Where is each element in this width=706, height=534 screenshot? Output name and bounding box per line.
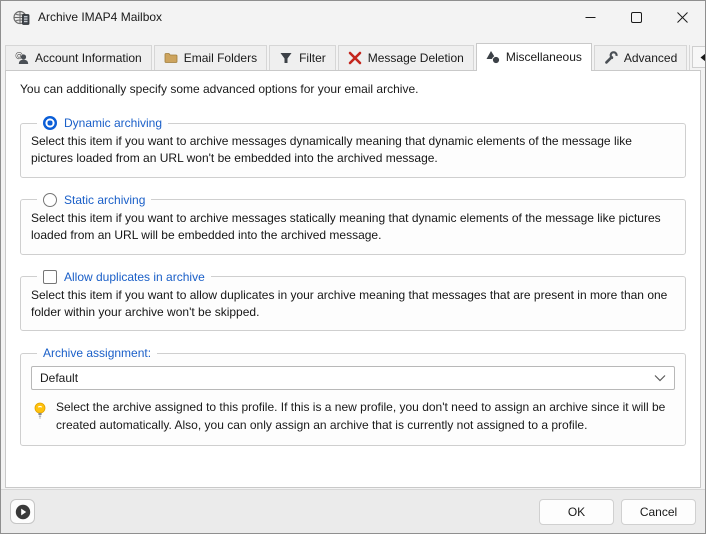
footer-actions: OK Cancel: [539, 499, 696, 525]
tab-scroll-left-button[interactable]: [692, 46, 706, 68]
tab-message-deletion[interactable]: Message Deletion: [338, 45, 474, 70]
dynamic-archiving-description: Select this item if you want to archive …: [31, 133, 675, 168]
static-archiving-radio[interactable]: [43, 193, 57, 207]
tab-filter[interactable]: Filter: [269, 45, 336, 70]
tab-clipped[interactable]: [689, 45, 690, 70]
intro-text: You can additionally specify some advanc…: [20, 82, 688, 96]
window-title: Archive IMAP4 Mailbox: [38, 10, 162, 24]
lightbulb-icon: [33, 402, 47, 420]
group-allow-duplicates: Allow duplicates in archive Select this …: [20, 270, 686, 332]
shapes-icon: [486, 50, 500, 64]
maximize-icon: [631, 12, 642, 23]
tab-email-folders[interactable]: Email Folders: [154, 45, 267, 70]
tab-account-information[interactable]: @ Account Information: [5, 45, 152, 70]
tab-label: Miscellaneous: [506, 50, 582, 64]
titlebar: Archive IMAP4 Mailbox: [1, 1, 705, 33]
archive-assignment-value: Default: [40, 371, 654, 385]
minimize-button[interactable]: [567, 1, 613, 33]
group-static-archiving: Static archiving Select this item if you…: [20, 193, 686, 255]
close-icon: [677, 12, 688, 23]
dynamic-archiving-label[interactable]: Dynamic archiving: [64, 116, 162, 130]
play-icon: [15, 504, 31, 520]
tab-label: Account Information: [35, 51, 142, 65]
maximize-button[interactable]: [613, 1, 659, 33]
ok-button[interactable]: OK: [539, 499, 614, 525]
archive-assignment-select[interactable]: Default: [31, 366, 675, 390]
static-archiving-label[interactable]: Static archiving: [64, 193, 145, 207]
tab-page-miscellaneous: You can additionally specify some advanc…: [5, 70, 701, 488]
archive-assignment-tip: Select the archive assigned to this prof…: [56, 399, 675, 434]
run-profile-button[interactable]: [10, 499, 35, 524]
archive-assignment-label: Archive assignment:: [43, 346, 151, 360]
funnel-icon: [279, 51, 293, 65]
tab-label: Message Deletion: [368, 51, 464, 65]
dynamic-archiving-radio[interactable]: [43, 116, 57, 130]
caption-buttons: [567, 1, 705, 33]
folder-icon: [164, 51, 178, 65]
app-icon: [13, 9, 30, 26]
allow-duplicates-label[interactable]: Allow duplicates in archive: [64, 270, 205, 284]
static-archiving-description: Select this item if you want to archive …: [31, 210, 675, 245]
red-x-icon: [348, 51, 362, 65]
cancel-button[interactable]: Cancel: [621, 499, 696, 525]
group-archive-assignment: Archive assignment: Default Select the a…: [20, 346, 686, 446]
group-dynamic-archiving: Dynamic archiving Select this item if yo…: [20, 116, 686, 178]
allow-duplicates-description: Select this item if you want to allow du…: [31, 287, 675, 322]
tab-strip: @ Account Information Email Folders Fi: [1, 33, 705, 70]
tab-scroller: [692, 46, 706, 68]
tab-advanced[interactable]: Advanced: [594, 45, 687, 70]
allow-duplicates-checkbox[interactable]: [43, 270, 57, 284]
tab-label: Advanced: [624, 51, 677, 65]
arrow-left-icon: [699, 53, 706, 62]
footer-bar: OK Cancel: [1, 489, 705, 533]
tab-label: Email Folders: [184, 51, 257, 65]
close-button[interactable]: [659, 1, 705, 33]
tab-label: Filter: [299, 51, 326, 65]
account-at-icon: @: [15, 51, 29, 65]
tab-miscellaneous[interactable]: Miscellaneous: [476, 43, 592, 71]
dialog-archive-imap4-mailbox: Archive IMAP4 Mailbox @ Account Info: [0, 0, 706, 534]
chevron-down-icon: [654, 374, 666, 382]
wrench-icon: [604, 51, 618, 65]
minimize-icon: [585, 12, 596, 23]
